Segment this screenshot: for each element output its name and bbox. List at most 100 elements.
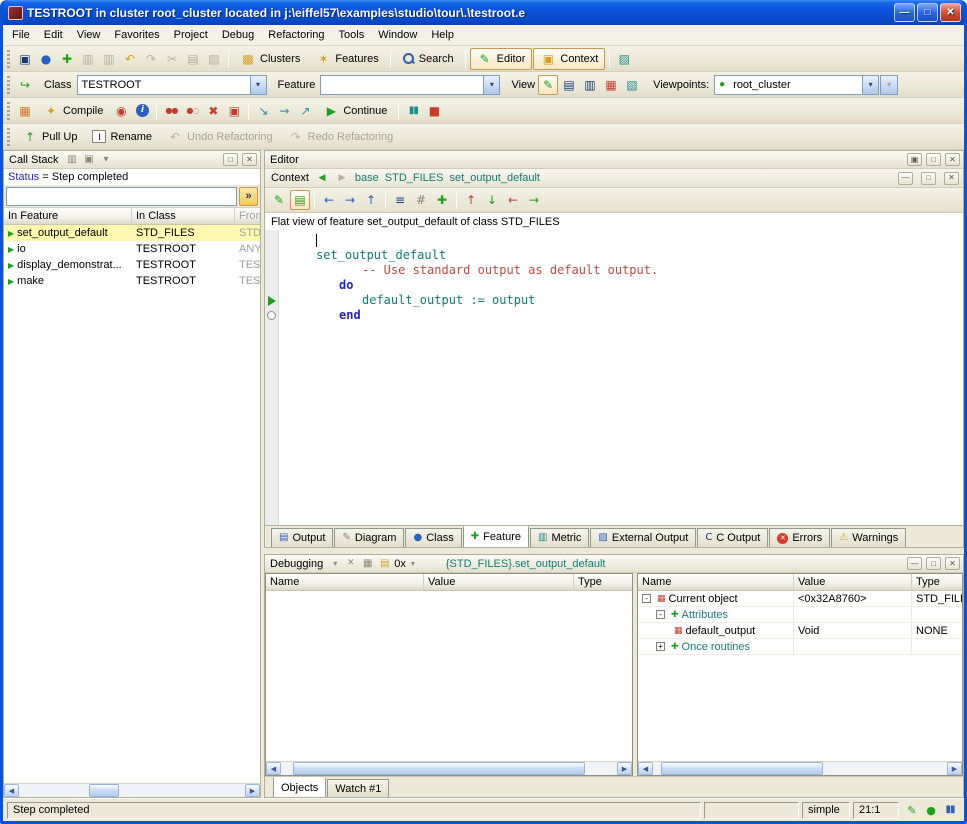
pull-up-button[interactable]: ↑ Pull Up [15,126,84,148]
notes-icon[interactable]: ▤ [377,556,392,571]
feature-combo[interactable]: ▾ [320,75,500,95]
expander-icon[interactable]: - [656,610,665,619]
locals-hscrollbar[interactable]: ◀ ▶ [266,761,632,775]
breakpoint-slot-icon[interactable] [267,311,276,320]
maximize-button[interactable]: □ [917,3,938,22]
step-out-icon[interactable]: ↗ [295,101,315,121]
breadcrumb-cluster[interactable]: base [355,172,379,184]
menu-file[interactable]: File [5,26,37,44]
chevron-down-icon[interactable]: ▾ [250,76,266,94]
continue-button[interactable]: ▶ Continue [316,100,394,122]
tab-feature[interactable]: ✚Feature [463,526,529,547]
breadcrumb-class[interactable]: STD_FILES [385,172,444,184]
tab-output[interactable]: ▤Output [271,528,333,547]
scroll-thumb[interactable] [293,762,585,775]
tab-errors[interactable]: ✕Errors [769,528,830,547]
tab-objects[interactable]: Objects [273,777,326,797]
show-callers-icon[interactable]: ← [319,190,339,210]
object-tree-row[interactable]: -✚Attributes [638,607,962,623]
object-tree-row[interactable]: +✚Once routines [638,639,962,655]
paste-icon[interactable]: ▧ [204,49,224,69]
error-info-icon[interactable]: ◉ [111,101,131,121]
minimize-panel-icon[interactable]: — [898,172,913,185]
context-tool-toggle[interactable]: ▣ Context [533,48,605,70]
open-in-editor-icon[interactable]: ▤ [290,190,310,210]
activity-indicator-icon[interactable]: ▮▮ [942,802,958,818]
class-combo[interactable]: TESTROOT ▾ [77,75,267,95]
toolbar-grip[interactable] [7,50,10,68]
menu-window[interactable]: Window [371,26,424,44]
column-header-in-class[interactable]: In Class [132,208,235,225]
clusters-button[interactable]: ▩ Clusters [233,48,307,70]
edit-feature-icon[interactable]: ✎ [269,190,289,210]
call-stack-row[interactable]: ▶make TESTROOT TESTROOT [4,273,260,289]
tab-diagram[interactable]: ✎Diagram [334,528,404,547]
object-tree-row[interactable]: -▦Current object <0x32A8760> STD_FILES [638,591,962,607]
history-back-icon[interactable]: ◀ [315,171,329,185]
save-call-stack-icon[interactable]: ▥ [65,152,80,167]
menu-favorites[interactable]: Favorites [107,26,166,44]
breadcrumb-feature[interactable]: set_output_default [449,172,540,184]
view-basic-icon[interactable]: ▤ [559,75,579,95]
column-header-name[interactable]: Name [266,574,424,591]
show-breakpoints-icon[interactable]: ▣ [224,101,244,121]
redo-refactoring-button[interactable]: ↷ Redo Refactoring [281,126,401,148]
objects-empty-area[interactable] [638,655,962,761]
enable-breakpoints-icon[interactable]: ●● [161,101,181,121]
expand-all-icon[interactable]: ✚ [432,190,452,210]
column-header-name[interactable]: Name [638,574,794,591]
features-button[interactable]: ✶ Features [308,48,385,70]
callers-tree-icon[interactable]: ← [503,190,523,210]
ancestors-icon[interactable]: ↑ [461,190,481,210]
menu-edit[interactable]: Edit [37,26,70,44]
scroll-left-icon[interactable]: ◀ [266,762,281,775]
code-editor[interactable]: set_output_default -- Use standard outpu… [279,230,963,525]
undo-icon[interactable]: ↶ [120,49,140,69]
cut-icon[interactable]: ✂ [162,49,182,69]
menu-project[interactable]: Project [167,26,215,44]
code-area[interactable]: set_output_default -- Use standard outpu… [265,230,963,525]
scroll-left-icon[interactable]: ◀ [638,762,653,775]
line-numbers-icon[interactable]: # [411,190,431,210]
hex-dropdown-icon[interactable]: ▾ [408,557,418,571]
stack-search-button[interactable]: » [239,187,258,206]
objects-hscrollbar[interactable]: ◀ ▶ [638,761,962,775]
close-panel-icon[interactable]: ✕ [945,557,960,570]
call-stack-row[interactable]: ▶set_output_default STD_FILES STD_FILES [4,225,260,241]
disable-breakpoints-icon[interactable]: ●◌ [182,101,202,121]
save-icon[interactable]: ▥ [78,49,98,69]
tab-watch-1[interactable]: Watch #1 [327,779,389,797]
menu-tools[interactable]: Tools [332,26,372,44]
chevron-down-icon[interactable]: ▾ [483,76,499,94]
call-stack-row[interactable]: ▶io TESTROOT ANY [4,241,260,257]
new-window-icon[interactable]: ▣ [15,49,35,69]
step-over-icon[interactable]: → [274,101,294,121]
close-debug-icon[interactable]: ✕ [343,556,358,571]
close-panel-icon[interactable]: ✕ [242,153,257,166]
edit-state-icon[interactable]: ✎ [904,802,920,818]
view-editor-icon[interactable]: ✎ [538,75,558,95]
maximize-panel-icon[interactable]: □ [223,153,238,166]
open-file-icon[interactable]: ● [36,49,56,69]
column-header-type[interactable]: Type [574,574,632,591]
menu-debug[interactable]: Debug [215,26,261,44]
scroll-left-icon[interactable]: ◀ [4,784,19,797]
minimize-panel-icon[interactable]: — [907,557,922,570]
maximize-panel-icon[interactable]: □ [926,153,941,166]
scroll-right-icon[interactable]: ▶ [245,784,260,797]
column-header-value[interactable]: Value [794,574,912,591]
chevron-down-icon[interactable]: ▾ [862,76,878,94]
breakpoint-gutter[interactable] [265,230,279,525]
viewpoints-combo[interactable]: ● root_cluster ▾ [714,75,879,95]
callees-tree-icon[interactable]: → [524,190,544,210]
pause-icon[interactable]: ▮▮ [403,101,423,121]
tab-c-output[interactable]: CC Output [697,528,768,547]
tab-class[interactable]: ●Class [405,528,461,547]
stop-icon[interactable]: ■ [424,101,444,121]
toolbar-grip[interactable] [7,128,10,146]
debugging-menu-icon[interactable]: ▾ [329,557,341,571]
format-view-icon[interactable]: ≡ [390,190,410,210]
maximize-panel-icon[interactable]: □ [921,172,936,185]
close-panel-icon[interactable]: ✕ [944,172,959,185]
locals-empty-area[interactable] [266,591,632,761]
